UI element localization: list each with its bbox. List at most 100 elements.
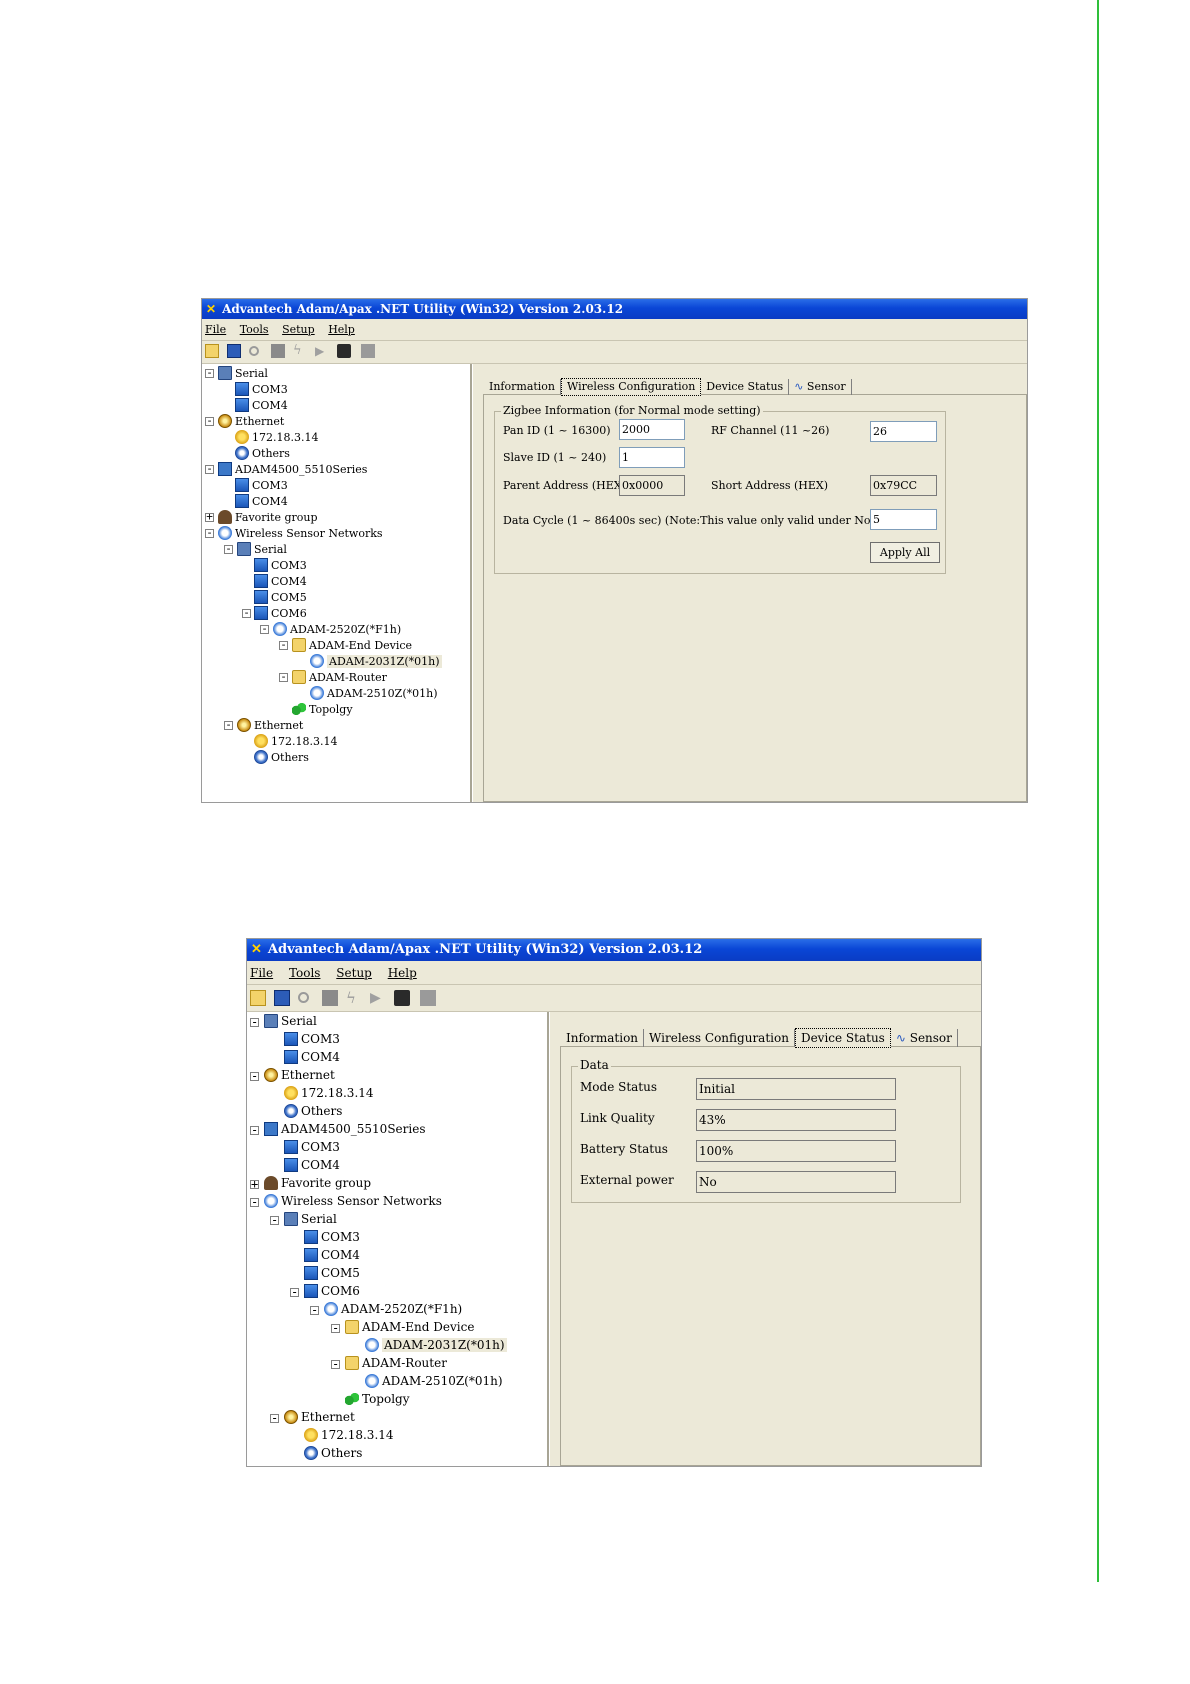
menu-file[interactable]: File xyxy=(250,963,273,983)
tree-wsn[interactable]: Wireless Sensor Networks xyxy=(218,526,383,540)
tree-wsn-ethernet[interactable]: Ethernet xyxy=(237,718,303,732)
tree-ethernet[interactable]: Ethernet xyxy=(264,1068,335,1082)
network-icon[interactable] xyxy=(322,990,338,1006)
tree-adam4500[interactable]: ADAM4500_5510Series xyxy=(218,462,367,476)
tab-sensor[interactable]: ∿ Sensor xyxy=(891,1029,958,1047)
tree-adam2510[interactable]: ADAM-2510Z(*01h) xyxy=(365,1374,503,1388)
tree-wsn-others[interactable]: Others xyxy=(304,1446,362,1460)
search-icon[interactable] xyxy=(249,346,259,356)
tree-end-device[interactable]: ADAM-End Device xyxy=(345,1320,474,1334)
tree-com4[interactable]: COM4 xyxy=(284,1158,340,1172)
collapse-icon[interactable]: - xyxy=(331,1322,340,1334)
collapse-icon[interactable]: - xyxy=(205,527,214,538)
collapse-icon[interactable]: - xyxy=(224,719,233,730)
data-cycle-input[interactable]: 5 xyxy=(870,509,937,530)
tree-adam2520[interactable]: ADAM-2520Z(*F1h) xyxy=(273,622,401,636)
collapse-icon[interactable]: - xyxy=(270,1412,279,1424)
collapse-icon[interactable]: - xyxy=(270,1214,279,1226)
tree-adam2510[interactable]: ADAM-2510Z(*01h) xyxy=(310,686,438,700)
menu-setup[interactable]: Setup xyxy=(282,321,315,339)
collapse-icon[interactable]: - xyxy=(279,671,288,682)
tree-others[interactable]: Others xyxy=(284,1104,342,1118)
collapse-icon[interactable]: - xyxy=(205,415,214,426)
tree-wsn-com5[interactable]: COM5 xyxy=(304,1266,360,1280)
collapse-icon[interactable]: - xyxy=(250,1196,259,1208)
tab-device-status[interactable]: Device Status xyxy=(794,1028,891,1048)
menu-setup[interactable]: Setup xyxy=(336,963,372,983)
tab-wireless-configuration[interactable]: Wireless Configuration xyxy=(561,378,702,396)
rf-channel-input[interactable]: 26 xyxy=(870,421,937,442)
tree-wsn-com5[interactable]: COM5 xyxy=(254,590,307,604)
tab-sensor[interactable]: ∿ Sensor xyxy=(789,379,852,395)
tree-wsn-com6[interactable]: COM6 xyxy=(254,606,307,620)
tree-wsn-com6[interactable]: COM6 xyxy=(304,1284,360,1298)
collapse-icon[interactable]: - xyxy=(290,1286,299,1298)
menu-file[interactable]: File xyxy=(205,321,226,339)
tree-com3[interactable]: COM3 xyxy=(235,478,288,492)
open-icon[interactable] xyxy=(205,344,219,358)
tree-wsn-com4[interactable]: COM4 xyxy=(304,1248,360,1262)
monitor-icon[interactable] xyxy=(420,990,436,1006)
collapse-icon[interactable]: - xyxy=(331,1358,340,1370)
menu-tools[interactable]: Tools xyxy=(289,963,321,983)
collapse-icon[interactable]: - xyxy=(205,367,214,378)
tree-com4[interactable]: COM4 xyxy=(235,494,288,508)
lightning-icon[interactable]: ϟ xyxy=(346,990,362,1006)
tree-com4[interactable]: COM4 xyxy=(235,398,288,412)
collapse-icon[interactable]: - xyxy=(310,1304,319,1316)
tree-serial[interactable]: Serial xyxy=(218,366,268,380)
menu-help[interactable]: Help xyxy=(388,963,417,983)
menu-help[interactable]: Help xyxy=(328,321,355,339)
tree-com3[interactable]: COM3 xyxy=(284,1140,340,1154)
save-icon[interactable] xyxy=(227,344,241,358)
tree-wsn-com3[interactable]: COM3 xyxy=(254,558,307,572)
tree-wsn-ip[interactable]: 172.18.3.14 xyxy=(304,1428,394,1442)
menu-tools[interactable]: Tools xyxy=(240,321,269,339)
expand-icon[interactable]: + xyxy=(205,511,214,522)
collapse-icon[interactable]: - xyxy=(250,1016,259,1028)
tree-ip[interactable]: 172.18.3.14 xyxy=(235,430,318,444)
tab-information[interactable]: Information xyxy=(561,1029,645,1047)
tree-wsn-others[interactable]: Others xyxy=(254,750,309,764)
collapse-icon[interactable]: - xyxy=(250,1124,259,1136)
apply-all-button[interactable]: Apply All xyxy=(870,542,940,563)
tree-router[interactable]: ADAM-Router xyxy=(292,670,387,684)
camera-icon[interactable] xyxy=(394,990,410,1006)
camera-icon[interactable] xyxy=(337,344,351,358)
tree-favorite[interactable]: Favorite group xyxy=(264,1176,371,1190)
play-icon[interactable]: ▶ xyxy=(370,990,386,1006)
tree-adam2031[interactable]: ADAM-2031Z(*01h) xyxy=(365,1338,507,1352)
collapse-icon[interactable]: - xyxy=(224,543,233,554)
tree-com3[interactable]: COM3 xyxy=(235,382,288,396)
tree-topology[interactable]: Topolgy xyxy=(345,1392,410,1406)
tree-wsn-ethernet[interactable]: Ethernet xyxy=(284,1410,355,1424)
tab-device-status[interactable]: Device Status xyxy=(701,379,790,395)
lightning-icon[interactable]: ϟ xyxy=(293,344,307,358)
expand-icon[interactable]: + xyxy=(250,1178,259,1190)
collapse-icon[interactable]: - xyxy=(279,639,288,650)
tree-favorite[interactable]: Favorite group xyxy=(218,510,318,524)
tree-ethernet[interactable]: Ethernet xyxy=(218,414,284,428)
tree-wsn-com4[interactable]: COM4 xyxy=(254,574,307,588)
tab-information[interactable]: Information xyxy=(484,379,562,395)
search-icon[interactable] xyxy=(298,992,309,1003)
tree-wsn-com3[interactable]: COM3 xyxy=(304,1230,360,1244)
tab-wireless-configuration[interactable]: Wireless Configuration xyxy=(644,1029,795,1047)
collapse-icon[interactable]: - xyxy=(260,623,269,634)
tree-topology[interactable]: Topolgy xyxy=(292,702,353,716)
network-icon[interactable] xyxy=(271,344,285,358)
pan-id-input[interactable]: 2000 xyxy=(619,419,685,440)
collapse-icon[interactable]: - xyxy=(205,463,214,474)
tree-router[interactable]: ADAM-Router xyxy=(345,1356,447,1370)
tree-wsn-serial[interactable]: Serial xyxy=(284,1212,337,1226)
slave-id-input[interactable]: 1 xyxy=(619,447,685,468)
tree-ip[interactable]: 172.18.3.14 xyxy=(284,1086,374,1100)
tree-wsn[interactable]: Wireless Sensor Networks xyxy=(264,1194,442,1208)
tree-wsn-serial[interactable]: Serial xyxy=(237,542,287,556)
tree-com4[interactable]: COM4 xyxy=(284,1050,340,1064)
tree-com3[interactable]: COM3 xyxy=(284,1032,340,1046)
collapse-icon[interactable]: - xyxy=(250,1070,259,1082)
collapse-icon[interactable]: - xyxy=(242,607,251,618)
tree-others[interactable]: Others xyxy=(235,446,290,460)
tree-wsn-ip[interactable]: 172.18.3.14 xyxy=(254,734,337,748)
